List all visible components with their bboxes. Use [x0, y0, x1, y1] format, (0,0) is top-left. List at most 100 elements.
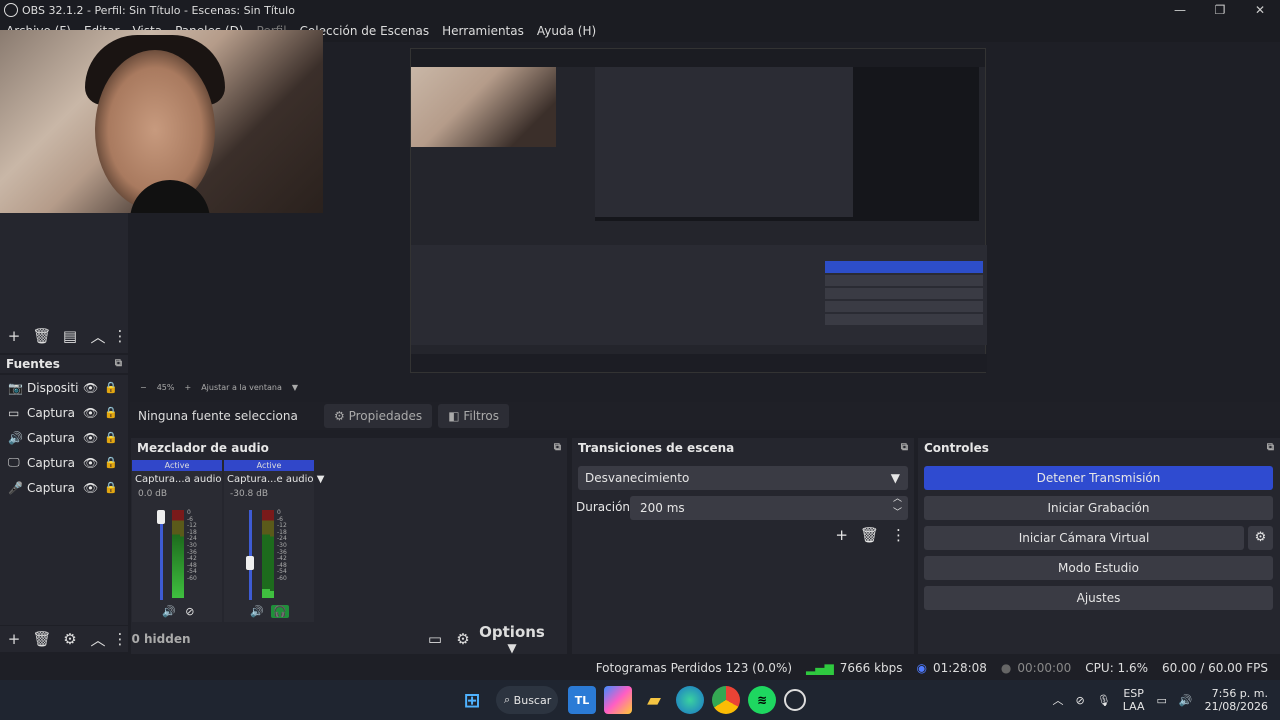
volume-knob[interactable]	[157, 510, 165, 524]
source-name: Captura d	[27, 430, 79, 445]
close-button[interactable]: ✕	[1240, 0, 1280, 20]
options-button[interactable]: Options ▼	[477, 623, 547, 655]
source-name: Captura d	[27, 405, 79, 420]
level-meter	[180, 510, 184, 598]
spin-arrows-icon[interactable]: ︿ ﹀	[893, 492, 902, 520]
controls-popout-icon[interactable]: ⧉	[1267, 438, 1274, 458]
spotify-icon[interactable]: ≋	[748, 686, 776, 714]
window-title: OBS 32.1.2 - Perfil: Sin Título - Escena…	[22, 3, 295, 17]
taskbar-apps: ⊞ ⌕ Buscar TL ▰ ≋	[454, 686, 810, 714]
visibility-eye-icon[interactable]: 👁	[83, 381, 98, 395]
menu-herramientas[interactable]: Herramientas	[442, 24, 524, 38]
source-name: Dispositiv	[27, 380, 79, 395]
minimize-button[interactable]: —	[1160, 0, 1200, 20]
add-scene-icon[interactable]: +	[0, 327, 28, 345]
visibility-eye-icon[interactable]: 👁	[83, 406, 98, 420]
studio-mode-button[interactable]: Modo Estudio	[924, 556, 1273, 580]
source-settings-icon[interactable]: ⚙	[56, 630, 84, 648]
zoom-dropdown-icon[interactable]: ▼	[292, 383, 298, 392]
visibility-eye-icon[interactable]: 👁	[83, 456, 98, 470]
lock-icon[interactable]: 🔒	[104, 406, 118, 419]
monitor-icon: 🖵	[8, 455, 20, 469]
add-transition-icon[interactable]: +	[835, 526, 848, 544]
menu-ayuda[interactable]: Ayuda (H)	[537, 24, 596, 38]
mixer-toolbar: 0 hidden ▭ ⚙ Options ▼	[131, 623, 565, 655]
add-source-icon[interactable]: +	[0, 630, 28, 648]
lock-icon[interactable]: 🔒	[104, 381, 118, 394]
visibility-eye-icon[interactable]: 👁	[83, 481, 98, 495]
tl-app-icon[interactable]: TL	[568, 686, 596, 714]
virtual-camera-settings-icon[interactable]: ⚙	[1248, 526, 1273, 550]
scene-filter-icon[interactable]: ▤	[56, 327, 84, 345]
start-recording-button[interactable]: Iniciar Grabación	[924, 496, 1273, 520]
search-icon: ⌕	[504, 693, 511, 706]
move-up-icon[interactable]: ︿	[84, 326, 112, 347]
nested-webcam	[411, 67, 556, 147]
language-indicator[interactable]: ESP LAA	[1123, 687, 1145, 713]
zoom-out-icon[interactable]: −	[140, 383, 147, 392]
options-label: Options	[479, 623, 545, 641]
remove-scene-icon[interactable]: 🗑	[28, 327, 56, 345]
audio-mixer-dock: Mezclador de audio ⧉ Active Captura...a …	[131, 438, 567, 655]
nested-taskbar	[411, 354, 987, 372]
source-more-icon[interactable]: ⋮	[112, 630, 128, 648]
fit-window-label[interactable]: Ajustar a la ventana	[201, 383, 282, 392]
edge-icon[interactable]	[676, 686, 704, 714]
volume-knob[interactable]	[246, 556, 254, 570]
settings-button[interactable]: Ajustes	[924, 586, 1273, 610]
headphones-icon[interactable]: 🎧	[271, 605, 289, 618]
filters-button[interactable]: ◧ Filtros	[438, 404, 510, 428]
microphone-icon[interactable]: 🎙	[1097, 694, 1111, 707]
source-item[interactable]: 🎤 Captura d 👁 🔒	[0, 475, 128, 500]
mixer-popout-icon[interactable]: ⧉	[554, 438, 561, 458]
taskbar-search[interactable]: ⌕ Buscar	[496, 686, 558, 714]
obs-taskbar-icon[interactable]	[784, 689, 806, 711]
transitions-popout-icon[interactable]: ⧉	[901, 438, 908, 458]
remove-transition-icon[interactable]: 🗑	[860, 526, 879, 544]
maximize-button[interactable]: ❐	[1200, 0, 1240, 20]
source-item[interactable]: 🖵 Captura d 👁 🔒	[0, 450, 128, 475]
remove-source-icon[interactable]: 🗑	[28, 630, 56, 648]
file-explorer-icon[interactable]: ▰	[640, 686, 668, 714]
transition-more-icon[interactable]: ⋮	[891, 526, 906, 544]
windows-start-icon[interactable]: ⊞	[458, 686, 486, 714]
start-virtual-camera-button[interactable]: Iniciar Cámara Virtual	[924, 526, 1244, 550]
display-icon[interactable]: ▭	[1156, 694, 1166, 707]
advanced-audio-icon[interactable]: ⚙	[449, 630, 477, 648]
properties-button[interactable]: ⚙ Propiedades	[324, 404, 433, 428]
clock[interactable]: 7:56 p. m. 21/08/2026	[1205, 687, 1268, 713]
visibility-eye-icon[interactable]: 👁	[83, 431, 98, 445]
chrome-icon[interactable]	[712, 686, 740, 714]
source-item[interactable]: ▭ Captura d 👁 🔒	[0, 400, 128, 425]
speaker-icon[interactable]: 🔊	[250, 605, 264, 618]
volume-icon[interactable]: 🔊	[1179, 694, 1193, 707]
channel-name-dropdown[interactable]: Captura...e audio ▼	[224, 474, 324, 485]
monitor-off-icon[interactable]: ⊘	[185, 605, 194, 618]
stop-streaming-button[interactable]: Detener Transmisión	[924, 466, 1273, 490]
scenes-toolbar: + 🗑 ▤ ︿ ⋮	[0, 323, 128, 349]
transition-select[interactable]: Desvanecimiento ▼	[578, 466, 908, 490]
network-off-icon[interactable]: ⊘	[1076, 694, 1085, 707]
source-up-icon[interactable]: ︿	[84, 629, 112, 650]
sources-popout-icon[interactable]: ⧉	[115, 355, 122, 373]
zoom-in-icon[interactable]: +	[184, 383, 191, 392]
nested-title	[411, 49, 985, 59]
sources-toolbar: + 🗑 ⚙ ︿ ⋮	[0, 626, 128, 652]
tray-chevron-icon[interactable]: ︿	[1053, 692, 1064, 708]
volume-slider[interactable]	[249, 510, 252, 600]
lock-icon[interactable]: 🔒	[104, 431, 118, 444]
lock-icon[interactable]: 🔒	[104, 456, 118, 469]
speaker-mute-icon[interactable]: 🔊	[162, 605, 176, 618]
lock-icon[interactable]: 🔒	[104, 481, 118, 494]
nested-inner-preview	[595, 67, 853, 217]
duration-input[interactable]: 200 ms ︿ ﹀	[630, 494, 908, 520]
nested-preview	[595, 67, 979, 221]
channel-name-dropdown[interactable]: Captura...a audio ▼	[132, 474, 232, 485]
copilot-icon[interactable]	[604, 686, 632, 714]
source-properties-bar: Ninguna fuente selecciona ⚙ Propiedades …	[130, 402, 1280, 430]
source-item[interactable]: 📷 Dispositiv 👁 🔒	[0, 375, 128, 400]
source-item[interactable]: 🔊 Captura d 👁 🔒	[0, 425, 128, 450]
more-icon[interactable]: ⋮	[112, 327, 128, 345]
mixer-layout-icon[interactable]: ▭	[421, 630, 449, 648]
nested-vcam-button	[825, 288, 983, 299]
